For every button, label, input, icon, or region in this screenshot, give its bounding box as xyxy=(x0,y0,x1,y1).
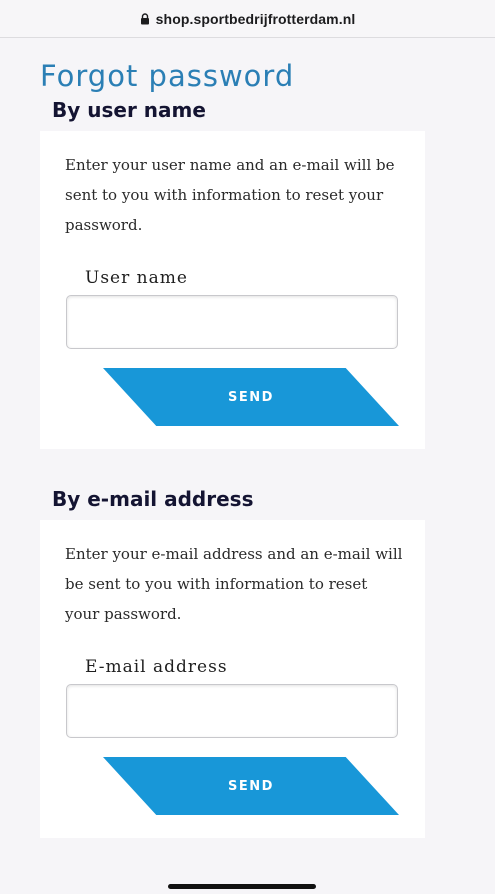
send-email-button[interactable]: SEND xyxy=(103,757,399,815)
lock-icon xyxy=(140,12,149,24)
email-label: E-mail address xyxy=(85,657,228,677)
section-heading-by-email: By e-mail address xyxy=(52,487,254,511)
user-name-description: Enter your user name and an e-mail will … xyxy=(65,156,395,234)
email-input[interactable] xyxy=(66,684,398,738)
email-card: Enter your e-mail address and an e-mail … xyxy=(40,520,425,838)
user-name-input[interactable] xyxy=(66,295,398,349)
user-name-card: Enter your user name and an e-mail will … xyxy=(40,131,425,449)
page-title: Forgot password xyxy=(40,59,295,93)
user-name-label: User name xyxy=(85,268,188,288)
address-bar[interactable]: shop.sportbedrijfrotterdam.nl xyxy=(0,0,495,38)
send-user-name-button[interactable]: SEND xyxy=(103,368,399,426)
email-description: Enter your e-mail address and an e-mail … xyxy=(65,545,403,623)
url-text: shop.sportbedrijfrotterdam.nl xyxy=(155,10,356,27)
section-heading-by-user-name: By user name xyxy=(52,98,206,122)
home-indicator[interactable] xyxy=(168,884,316,889)
